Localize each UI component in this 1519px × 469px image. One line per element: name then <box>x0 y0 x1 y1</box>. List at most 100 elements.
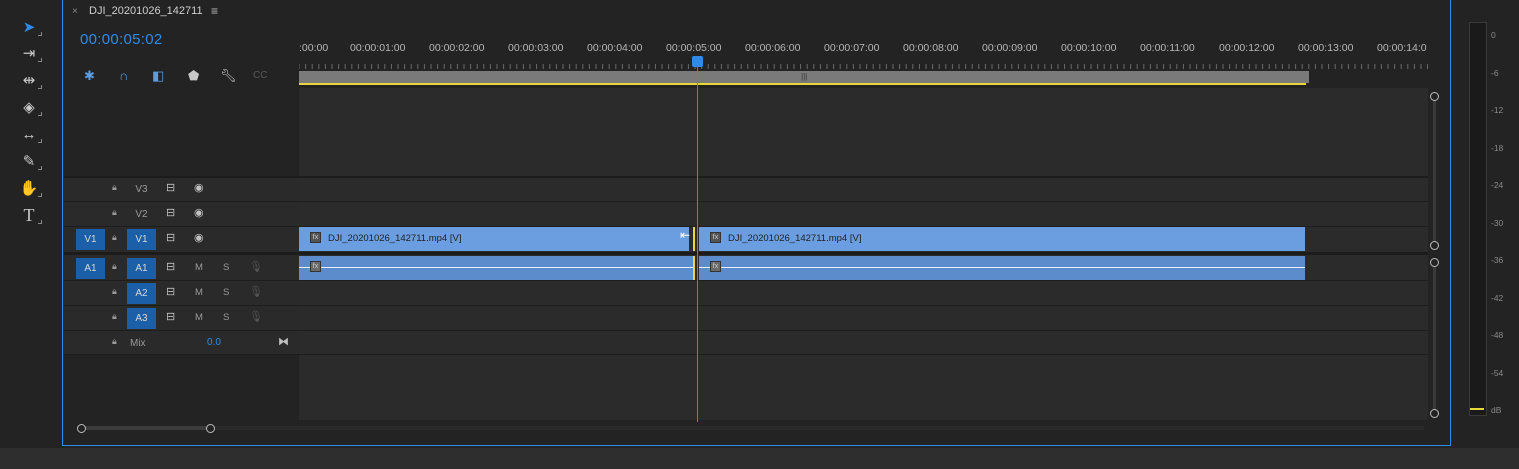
scroll-handle[interactable] <box>1430 258 1439 267</box>
mix-volume-value[interactable]: 0.0 <box>207 337 221 348</box>
meter-label: dB <box>1491 405 1502 415</box>
eye-icon[interactable]: ◉ <box>194 206 204 219</box>
volume-rubberband[interactable] <box>699 267 1305 268</box>
track-header-v3: 🔒︎ V3 ⊟ ◉ <box>64 177 299 201</box>
source-patch-a1[interactable]: A1 <box>76 258 105 279</box>
selection-tool-icon[interactable]: ➤ <box>16 16 42 38</box>
ruler-label: 00:00:14:0 <box>1377 42 1427 54</box>
meter-label: -12 <box>1491 105 1504 115</box>
track-header-a2: 🔒︎ A2 ⊟ M S 🎙︎ <box>64 281 299 305</box>
add-marker-icon[interactable]: ⬟ <box>188 68 199 84</box>
zoom-handle-right[interactable] <box>206 424 215 433</box>
video-vertical-scrollbar[interactable] <box>1433 96 1436 244</box>
sync-lock-icon[interactable]: ⊟ <box>166 231 175 244</box>
settings-wrench-icon[interactable]: 🔧︎ <box>220 68 237 84</box>
scroll-handle[interactable] <box>1430 92 1439 101</box>
close-tab-icon[interactable]: × <box>72 6 78 17</box>
slip-tool-icon[interactable]: ↔ <box>16 123 42 145</box>
meter-label: 0 <box>1491 30 1496 40</box>
sequence-tab-title[interactable]: DJI_20201026_142711 <box>89 5 203 17</box>
meter-label: -18 <box>1491 142 1504 153</box>
volume-rubberband[interactable] <box>299 267 695 268</box>
sync-lock-icon[interactable]: ⊟ <box>166 310 175 323</box>
mute-button[interactable]: M <box>195 262 203 273</box>
audio-meter <box>1469 22 1487 416</box>
track-name-a1[interactable]: A1 <box>127 258 156 279</box>
sync-lock-icon[interactable]: ⊟ <box>166 285 175 298</box>
ruler-label: 00:00:06:00 <box>745 42 801 54</box>
meter-label: -30 <box>1491 217 1504 228</box>
fx-badge-icon: fx <box>710 232 721 243</box>
razor-tool-icon[interactable]: ◈ <box>16 96 42 118</box>
audio-vertical-scrollbar[interactable] <box>1433 262 1436 412</box>
panel-menu-icon[interactable]: ≡ <box>211 4 218 18</box>
nest-toggle-icon[interactable]: ✱ <box>84 68 95 84</box>
track-name-a3[interactable]: A3 <box>127 308 156 329</box>
solo-button[interactable]: S <box>223 312 229 323</box>
pen-tool-icon[interactable]: ✎ <box>16 150 42 172</box>
track-header-a1: A1 🔒︎ A1 ⊟ M S 🎙︎ <box>64 256 299 280</box>
solo-button[interactable]: S <box>223 287 229 298</box>
audio-clip-left[interactable]: fx <box>299 256 695 280</box>
lock-icon[interactable]: 🔒︎ <box>112 261 117 272</box>
lock-icon[interactable]: 🔒︎ <box>112 311 117 322</box>
linked-selection-icon[interactable]: ◧ <box>152 68 164 84</box>
ruler-label: :00:00 <box>299 42 329 54</box>
track-name-v1[interactable]: V1 <box>127 229 156 250</box>
microphone-icon[interactable]: 🎙︎ <box>249 260 263 273</box>
snap-icon[interactable]: ∩ <box>119 68 128 83</box>
mute-button[interactable]: M <box>195 312 203 323</box>
video-clip-right[interactable]: fx DJI_20201026_142711.mp4 [V] <box>699 227 1305 251</box>
microphone-icon[interactable]: 🎙︎ <box>249 310 263 323</box>
meter-peak <box>1470 408 1484 410</box>
lock-icon[interactable]: 🔒︎ <box>112 336 117 347</box>
playhead-handle[interactable] <box>692 56 703 67</box>
captions-icon[interactable]: CC <box>253 70 267 81</box>
fx-badge-icon: fx <box>710 261 721 272</box>
ruler-label: 00:00:05:00 <box>666 42 722 54</box>
eye-icon[interactable]: ◉ <box>194 231 204 244</box>
track-name-a2[interactable]: A2 <box>127 283 156 304</box>
lock-icon[interactable]: 🔒︎ <box>112 286 117 297</box>
track-header-mix: 🔒︎ Mix 0.0 ⧓ <box>64 331 299 355</box>
mute-button[interactable]: M <box>195 287 203 298</box>
sync-lock-icon[interactable]: ⊟ <box>166 181 175 194</box>
sync-lock-icon[interactable]: ⊟ <box>166 260 175 273</box>
playhead-timecode[interactable]: 00:00:05:02 <box>80 31 163 48</box>
zoom-handle-left[interactable] <box>77 424 86 433</box>
ruler-label: 00:00:03:00 <box>508 42 564 54</box>
scroll-handle[interactable] <box>1430 241 1439 250</box>
work-area-indicator <box>299 83 1306 85</box>
microphone-icon[interactable]: 🎙︎ <box>249 285 263 298</box>
type-tool-icon[interactable]: T <box>16 204 42 226</box>
playhead-line[interactable] <box>697 58 698 422</box>
audio-clip-right[interactable]: fx <box>699 256 1305 280</box>
eye-icon[interactable]: ◉ <box>194 181 204 194</box>
clip-label: DJI_20201026_142711.mp4 [V] <box>328 233 462 244</box>
ruler-label: 00:00:04:00 <box>587 42 643 54</box>
horizontal-scroll-thumb[interactable] <box>84 426 210 430</box>
scroll-handle[interactable] <box>1430 409 1439 418</box>
mix-expand-icon[interactable]: ⧓ <box>278 335 289 348</box>
lock-icon[interactable]: 🔒︎ <box>112 232 117 243</box>
track-select-tool-icon[interactable]: ⇥ <box>16 42 42 64</box>
lock-icon[interactable]: 🔒︎ <box>112 182 117 193</box>
source-patch-v1[interactable]: V1 <box>76 229 105 250</box>
audio-video-divider[interactable] <box>64 252 1428 255</box>
sync-lock-icon[interactable]: ⊟ <box>166 206 175 219</box>
track-name-v3[interactable]: V3 <box>127 179 156 200</box>
video-clip-left[interactable]: fx DJI_20201026_142711.mp4 [V] <box>299 227 689 251</box>
lock-icon[interactable]: 🔒︎ <box>112 207 117 218</box>
fx-badge-icon: fx <box>310 232 321 243</box>
solo-button[interactable]: S <box>223 262 229 273</box>
work-area-grip-icon[interactable]: ||| <box>801 72 807 81</box>
tools-panel: ➤ ⇥ ⇹ ◈ ↔ ✎ ✋ T <box>0 0 58 448</box>
ripple-edit-tool-icon[interactable]: ⇹ <box>16 69 42 91</box>
mix-label: Mix <box>130 338 146 349</box>
hand-tool-icon[interactable]: ✋ <box>16 177 42 199</box>
clip-label: DJI_20201026_142711.mp4 [V] <box>728 233 862 244</box>
trim-cursor-icon: ⇤ <box>680 228 691 242</box>
track-name-v2[interactable]: V2 <box>127 204 156 225</box>
horizontal-scrollbar[interactable] <box>84 426 1424 430</box>
track-header-v1: V1 🔒︎ V1 ⊟ ◉ <box>64 227 299 251</box>
